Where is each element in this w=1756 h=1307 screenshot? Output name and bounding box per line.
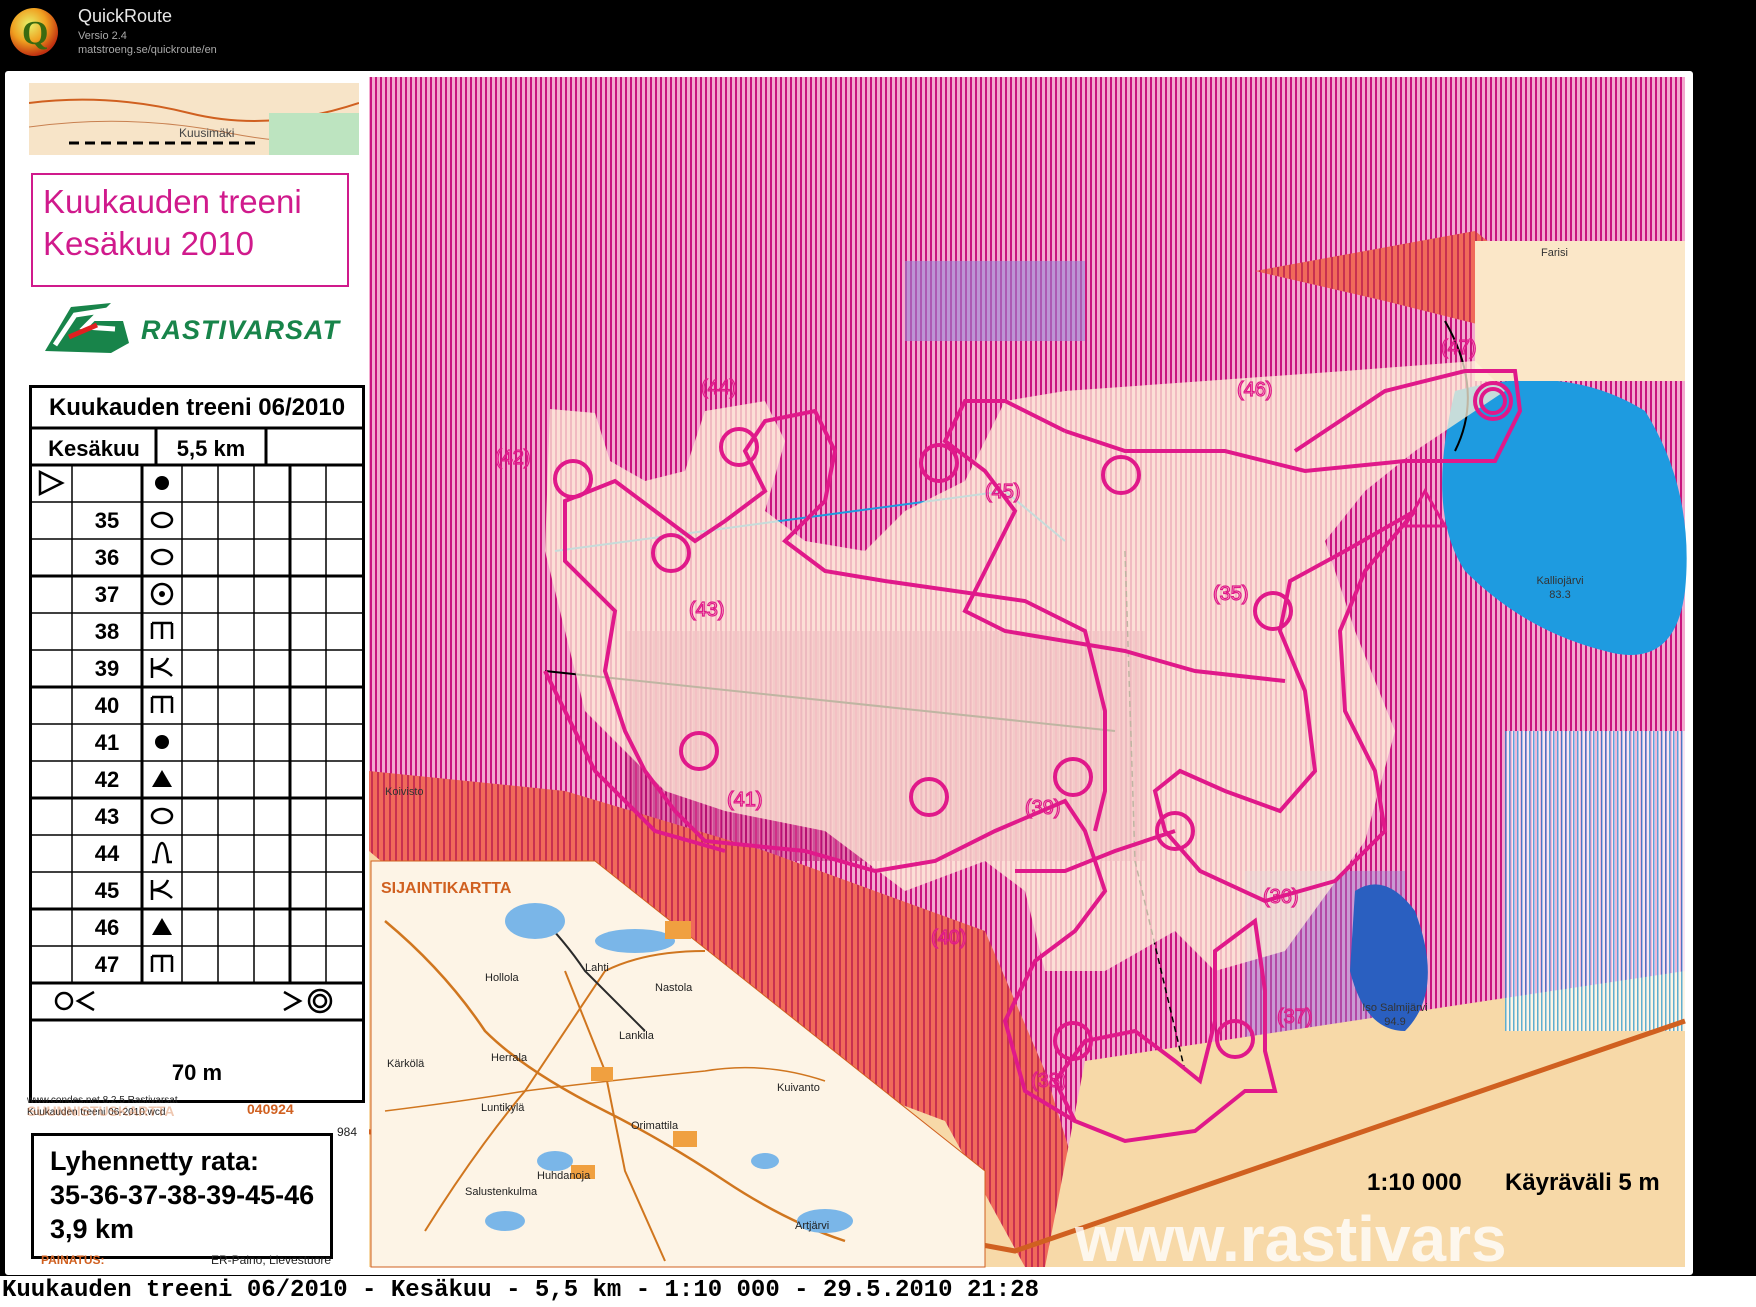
description-event: Kesäkuu [48,436,140,461]
control-code: 47 [94,952,120,977]
dot-icon [155,735,169,749]
control-label-47: (47) [1441,337,1477,359]
inset-place-artjarvi: Artjärvi [795,1220,829,1232]
inset-place-huhdanoja: Huhdanoja [537,1170,591,1182]
quickroute-logo-icon: Q [10,8,58,56]
control-code: 43 [94,804,120,829]
inset-place-luntikyla: Luntikylä [481,1102,525,1114]
map-scale: 1:10 000 [1367,1169,1462,1196]
bump-icon [152,841,172,864]
control-code: 45 [94,878,120,903]
control-label-38: (38) [1031,1070,1067,1092]
control-code: 40 [94,693,120,718]
short-course-controls: 35-36-37-38-39-45-46 [50,1180,315,1210]
brand-name: RASTIVARSAT [141,315,340,345]
control-label-36: (36) [1263,886,1299,908]
map-title-line1: Kuukauden treeni [43,183,302,220]
inset-place-lahti: Lahti [585,962,609,974]
contour-interval: Käyräväli 5 m [1505,1169,1660,1196]
svg-text:Q: Q [22,15,48,52]
credits-code: 040924 [247,1101,294,1117]
control-label-39: (39) [1025,797,1061,819]
app-url: matstroeng.se/quickroute/en [78,44,217,56]
lake-name: Kalliojärvi [1536,575,1583,587]
lake2-elevation: 94.9 [1384,1016,1405,1028]
lake2-name: Iso Salmijärvi [1362,1002,1427,1014]
control-code: 38 [94,619,120,644]
control-label-42: (42) [495,447,531,469]
control-code: 41 [94,730,120,755]
inset-title: SIJAINTIKARTTA [381,880,512,897]
inset-place-nastola: Nastola [655,982,693,994]
top-map-strip: Kuusimäki [29,83,359,155]
control-label-44: (44) [701,377,737,399]
control-code: 35 [94,508,120,533]
control-label-45: (45) [985,481,1021,503]
description-length: 5,5 km [176,436,246,461]
place-kuusimaki: Kuusimäki [179,126,234,140]
short-course-title: Lyhennetty rata: [50,1146,260,1176]
app-version: Versio 2.4 [78,30,127,42]
ellipse-icon [150,807,174,825]
map-canvas[interactable]: (35) (36) (37) (38) (39) (40) (41) (42) … [2,68,1696,1278]
control-code: 46 [94,915,120,940]
comb-icon [150,621,174,639]
inset-place-lankila: Lankila [619,1030,655,1042]
ellipse-icon [150,511,174,529]
comb-icon [150,954,174,972]
control-code: 42 [94,767,120,792]
lake-elevation: 83.3 [1549,589,1570,601]
watermark: www.rastivars [1074,1203,1507,1275]
triangle-icon [152,918,172,935]
credits-year: 984 [337,1125,358,1139]
short-course-length: 3,9 km [50,1214,135,1244]
control-label-46: (46) [1237,379,1273,401]
inset-place-orimattila: Orimattila [631,1120,679,1132]
ellipse-icon [150,548,174,566]
inset-place-herrala: Herrala [491,1052,528,1064]
app-name: QuickRoute [78,6,173,26]
inset-place-hollola: Hollola [485,972,520,984]
control-code: 39 [94,656,120,681]
inset-place-salustenkulma: Salustenkulma [465,1186,538,1198]
map-title-line2: Kesäkuu 2010 [43,225,255,262]
place-koivisto: Koivisto [385,786,424,798]
triangle-icon [152,770,172,787]
status-text: Kuukauden treeni 06/2010 - Kesäkuu - 5,5… [2,1277,1039,1304]
control-description-sheet: Kuukauden treeni 06/2010 Kesäkuu 5,5 km … [29,385,365,1103]
print-label: PAINATUS: [41,1253,105,1267]
control-label-40: (40) [931,927,967,949]
inset-place-kuivanto: Kuivanto [777,1082,820,1094]
legend-panel: Kuusimäki Kuukauden treeni Kesäkuu 2010 … [17,83,369,1267]
control-label-43: (43) [689,599,725,621]
control-label-41: (41) [727,789,763,811]
credits-sheet: SUUNNISTUSKARTTA [27,1103,175,1119]
fork-icon [150,657,173,678]
control-label-35: (35) [1213,583,1249,605]
comb-icon [150,695,174,713]
control-code: 44 [94,841,120,866]
place-farisi: Farisi [1541,247,1568,259]
control-label-37: (37) [1277,1006,1313,1028]
rastivarsat-horse-logo-icon [45,303,129,353]
control-code: 37 [94,582,120,607]
fork-icon [150,879,173,900]
title-bar: Q QuickRoute Versio 2.4 matstroeng.se/qu… [0,0,1756,66]
short-course-box: Lyhennetty rata: 35-36-37-38-39-45-46 3,… [31,1133,333,1259]
dot-ring-icon [150,582,174,606]
finish-distance: 70 m [171,1060,223,1085]
status-bar: Kuukauden treeni 06/2010 - Kesäkuu - 5,5… [0,1276,1756,1307]
finish-arrow-icon [54,988,333,1014]
inset-place-karkola: Kärkölä [387,1058,425,1070]
map-title-box: Kuukauden treeni Kesäkuu 2010 [31,173,349,287]
control-code: 36 [94,545,120,570]
printer-name: ER-Paino, Lievestuore [211,1253,332,1267]
start-dot-icon [155,476,169,490]
start-triangle-icon [38,469,65,497]
